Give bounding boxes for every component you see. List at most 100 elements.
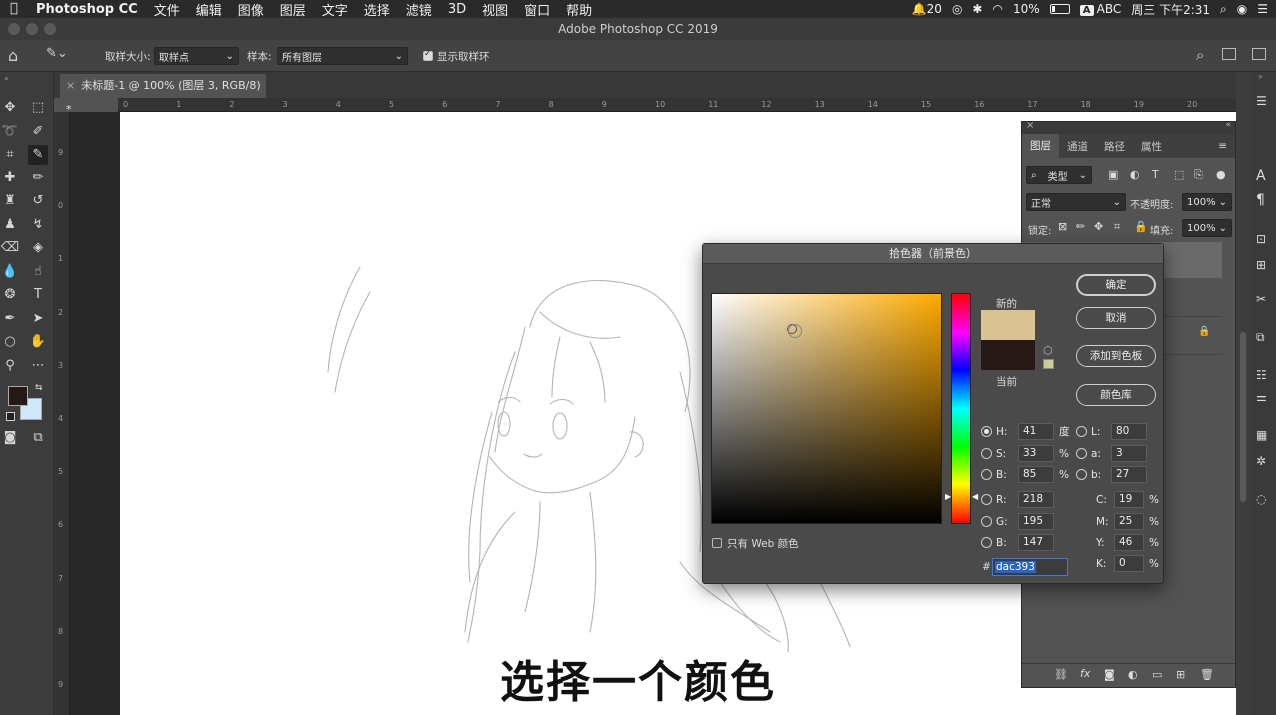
- tab-layers[interactable]: 图层: [1022, 134, 1059, 158]
- creative-cloud-icon[interactable]: ◎: [952, 2, 962, 16]
- close-window-button[interactable]: [8, 23, 20, 35]
- menu-window[interactable]: 窗口: [524, 0, 550, 19]
- menu-layer[interactable]: 图层: [280, 0, 306, 19]
- share-icon[interactable]: [1252, 48, 1266, 60]
- fill-input[interactable]: 100% ⌄: [1182, 219, 1232, 237]
- scrollbar-thumb[interactable]: [1240, 332, 1246, 502]
- eyedropper-tool-icon[interactable]: ✎: [28, 145, 48, 165]
- tab-paths[interactable]: 路径: [1096, 139, 1133, 154]
- yellow-input[interactable]: 46: [1114, 534, 1144, 551]
- more-tools-icon[interactable]: ⋯: [28, 356, 48, 376]
- lab-a-input[interactable]: 3: [1111, 445, 1147, 462]
- art-history-brush-icon[interactable]: ↯: [28, 215, 48, 235]
- pen-tool-icon[interactable]: ✒: [0, 309, 20, 329]
- settings-panel-icon[interactable]: ✲: [1256, 454, 1266, 468]
- path-select-tool-icon[interactable]: ➤: [28, 309, 48, 329]
- smudge-tool-icon[interactable]: ☝: [28, 262, 48, 282]
- brightness-radio[interactable]: [981, 469, 992, 480]
- tools-collapse-icon[interactable]: «: [4, 74, 9, 83]
- dock-collapse-icon[interactable]: »: [1258, 72, 1263, 81]
- menu-3d[interactable]: 3D: [448, 2, 466, 17]
- foreground-color-swatch[interactable]: [8, 386, 28, 406]
- layer-filter-select[interactable]: ⌕ 类型 ⌄: [1026, 166, 1092, 184]
- blue-input[interactable]: 147: [1018, 534, 1054, 551]
- magenta-input[interactable]: 25: [1114, 513, 1144, 530]
- hue-slider-left-arrow[interactable]: ▶: [945, 492, 951, 501]
- sponge-tool-icon[interactable]: ❂: [0, 285, 20, 305]
- lock-pixels-icon[interactable]: ⊠: [1058, 220, 1067, 233]
- lock-paint-icon[interactable]: ✏: [1076, 220, 1085, 233]
- character-panel-icon[interactable]: A: [1256, 168, 1266, 184]
- lab-b-radio[interactable]: [1076, 469, 1087, 480]
- close-tab-icon[interactable]: ×: [66, 79, 75, 92]
- menu-help[interactable]: 帮助: [566, 0, 592, 19]
- menu-type[interactable]: 文字: [322, 0, 348, 19]
- color-field[interactable]: [711, 293, 942, 524]
- notification-bell-icon[interactable]: 🔔20: [912, 2, 942, 16]
- tab-channels[interactable]: 通道: [1059, 139, 1096, 154]
- saturation-input[interactable]: 33: [1018, 445, 1054, 462]
- grid-panel-icon[interactable]: ▦: [1256, 428, 1267, 442]
- minimize-window-button[interactable]: [26, 23, 38, 35]
- libraries-panel-icon[interactable]: ◌: [1256, 492, 1266, 506]
- ok-button[interactable]: 确定: [1076, 274, 1156, 296]
- screen-mode-icon[interactable]: ⧉: [28, 428, 48, 448]
- wifi-icon[interactable]: ◠: [992, 2, 1002, 16]
- siri-icon[interactable]: ◉: [1237, 2, 1247, 16]
- close-panel-icon[interactable]: ×: [1026, 120, 1034, 131]
- sample-size-select[interactable]: 取样点 ⌄: [154, 47, 239, 65]
- sample-select[interactable]: 所有图层 ⌄: [277, 47, 408, 65]
- hand-tool-icon[interactable]: ✋: [28, 332, 48, 352]
- green-radio[interactable]: [981, 516, 992, 527]
- battery-icon[interactable]: [1049, 4, 1070, 14]
- current-color-swatch[interactable]: [981, 340, 1035, 370]
- add-to-swatches-button[interactable]: 添加到色板: [1076, 345, 1156, 367]
- lab-l-input[interactable]: 80: [1111, 423, 1147, 440]
- red-input[interactable]: 218: [1018, 491, 1054, 508]
- lasso-tool-icon[interactable]: ➰: [0, 122, 20, 142]
- clock[interactable]: 周三 下午2:31: [1131, 1, 1210, 18]
- gamut-warning-icon[interactable]: ⬡: [1043, 344, 1053, 357]
- saturation-radio[interactable]: [981, 448, 992, 459]
- green-input[interactable]: 195: [1018, 513, 1054, 530]
- eraser-tool-icon[interactable]: ⌫: [0, 238, 20, 258]
- cyan-input[interactable]: 19: [1114, 491, 1144, 508]
- input-source[interactable]: A ABC: [1079, 2, 1121, 16]
- tools-preset-icon[interactable]: ✂: [1256, 292, 1266, 306]
- blend-mode-select[interactable]: 正常 ⌄: [1026, 193, 1126, 211]
- history-panel-icon[interactable]: ☰: [1256, 94, 1267, 108]
- brush-tool-icon[interactable]: ✏: [28, 168, 48, 188]
- lab-b-input[interactable]: 27: [1111, 466, 1147, 483]
- zoom-window-button[interactable]: [44, 23, 56, 35]
- move-tool-icon[interactable]: ✥: [0, 98, 20, 118]
- hex-input[interactable]: dac393: [992, 558, 1068, 576]
- clone-stamp-tool-icon[interactable]: ♜: [0, 191, 20, 211]
- panel-menu-icon[interactable]: ≡: [1210, 140, 1235, 152]
- blue-radio[interactable]: [981, 537, 992, 548]
- filter-pixel-icon[interactable]: ▣: [1108, 168, 1118, 181]
- quick-mask-icon[interactable]: ◙: [0, 428, 20, 448]
- control-center-icon[interactable]: ☰: [1257, 2, 1268, 16]
- crop-tool-icon[interactable]: ⌗: [0, 145, 20, 165]
- hue-input[interactable]: 41: [1018, 423, 1054, 440]
- bluetooth-icon[interactable]: ✱: [972, 2, 982, 16]
- spotlight-search-icon[interactable]: ⌕: [1220, 2, 1227, 17]
- lock-position-icon[interactable]: ✥: [1094, 220, 1103, 233]
- eyedropper-preset-icon[interactable]: ✎⌄: [46, 46, 68, 61]
- healing-brush-tool-icon[interactable]: ✚: [0, 168, 20, 188]
- lab-a-radio[interactable]: [1076, 448, 1087, 459]
- vertical-ruler[interactable]: 90123456789: [54, 112, 70, 715]
- menu-image[interactable]: 图像: [238, 0, 264, 19]
- filter-shape-icon[interactable]: ⬚: [1174, 168, 1184, 181]
- clone-source-icon[interactable]: ⧉: [1256, 330, 1265, 345]
- opacity-input[interactable]: 100% ⌄: [1182, 193, 1232, 211]
- ellipse-tool-icon[interactable]: ○: [0, 332, 20, 352]
- stamp-tool-icon[interactable]: ♟: [0, 215, 20, 235]
- black-input[interactable]: 0: [1114, 555, 1144, 572]
- apple-icon[interactable]: : [10, 2, 26, 16]
- web-only-checkbox[interactable]: [712, 538, 722, 548]
- show-ring-checkbox[interactable]: [423, 49, 433, 61]
- menu-view[interactable]: 视图: [482, 0, 508, 19]
- paragraph-panel-icon[interactable]: ¶: [1256, 192, 1265, 208]
- menu-filter[interactable]: 滤镜: [406, 0, 432, 19]
